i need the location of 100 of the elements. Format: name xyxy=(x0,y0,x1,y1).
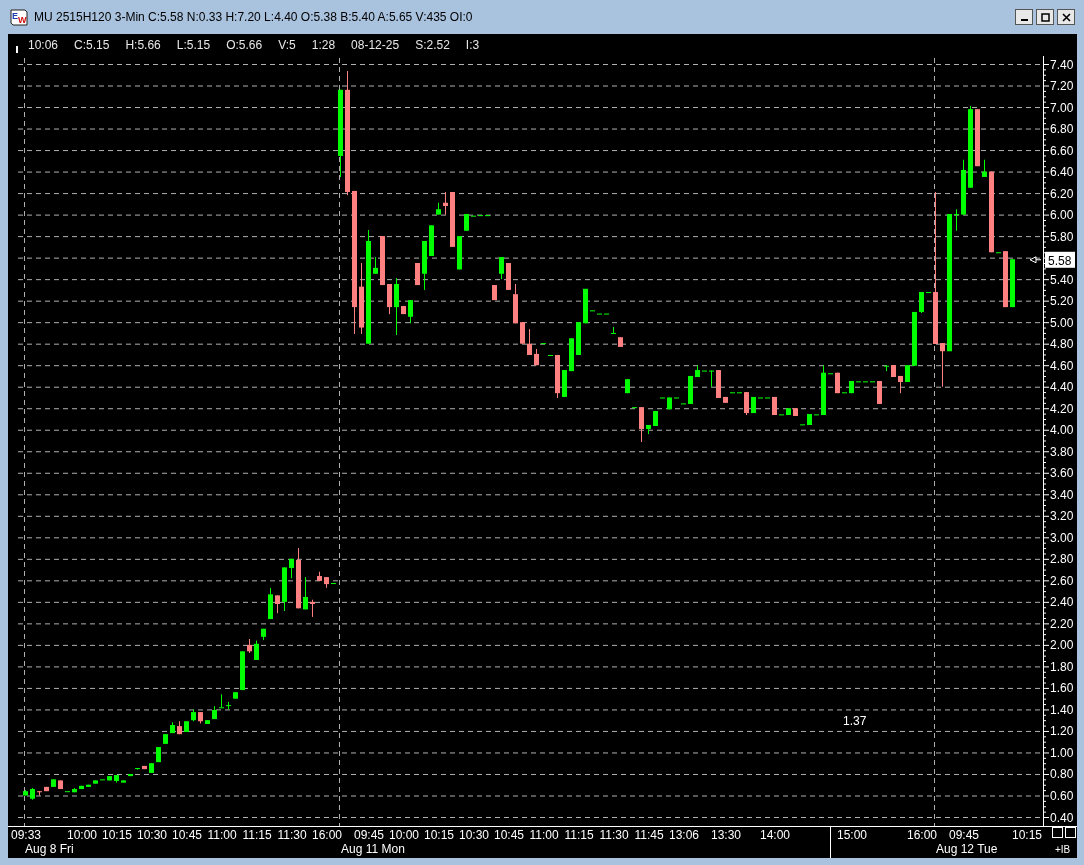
candle xyxy=(198,711,203,724)
candle xyxy=(408,299,413,324)
maximize-icon xyxy=(1040,12,1050,22)
candle xyxy=(772,396,777,416)
quote-field: S:2.52 xyxy=(415,38,450,52)
quote-field: 08-12-25 xyxy=(351,38,400,52)
candle xyxy=(520,321,525,345)
time-axis-label: 10:15 xyxy=(424,828,454,842)
candle xyxy=(807,413,812,426)
candle xyxy=(555,354,560,399)
candle xyxy=(884,365,889,372)
price-axis-label: 2.40 xyxy=(1050,595,1074,610)
price-axis-label: 1.20 xyxy=(1050,724,1074,739)
price-axis-label: 3.60 xyxy=(1050,466,1074,481)
price-axis-label: 0.80 xyxy=(1050,767,1074,782)
price-axis-label: 3.20 xyxy=(1050,509,1074,524)
app-logo-icon: EW xyxy=(10,8,28,26)
candle xyxy=(849,380,854,394)
candle xyxy=(415,262,420,286)
candle xyxy=(331,582,336,585)
time-axis-label: 09:45 xyxy=(354,828,384,842)
candle xyxy=(1003,250,1008,308)
price-axis-label: 5.80 xyxy=(1050,229,1074,244)
candle xyxy=(660,396,665,399)
time-axis-label: 10:30 xyxy=(137,828,167,842)
time-axis-label: 10:15 xyxy=(102,828,132,842)
candle xyxy=(191,708,196,722)
time-axis-label: 09:33 xyxy=(11,828,41,842)
candle xyxy=(450,191,455,248)
candle xyxy=(982,159,987,178)
measure-annotation: 1.37 xyxy=(843,714,867,728)
candle xyxy=(107,775,112,781)
candle xyxy=(800,423,805,426)
price-axis-label: 0.60 xyxy=(1050,789,1074,803)
candle xyxy=(821,364,826,416)
quote-field: I:3 xyxy=(465,38,480,52)
price-axis-label: 5.40 xyxy=(1050,272,1074,287)
price-axis-label: 2.20 xyxy=(1050,616,1074,631)
candle xyxy=(23,789,28,796)
price-axis-label: 2.00 xyxy=(1050,638,1074,653)
candle xyxy=(646,424,651,435)
candle xyxy=(387,283,392,315)
candle xyxy=(170,721,175,734)
time-axis-label: 10:00 xyxy=(67,828,97,842)
time-axis-label: 11:00 xyxy=(529,828,559,842)
candle xyxy=(996,251,1001,254)
candle xyxy=(590,309,595,312)
quote-field: O:5.66 xyxy=(226,38,263,52)
minimize-icon xyxy=(1020,19,1028,21)
candle xyxy=(436,202,441,216)
time-axis-label: 10:30 xyxy=(459,828,489,842)
time-axis-label: 16:00 xyxy=(907,828,937,842)
price-axis-label: 3.80 xyxy=(1050,444,1074,459)
candle xyxy=(114,774,119,784)
candle xyxy=(219,693,224,709)
price-axis-label: 6.80 xyxy=(1050,122,1074,137)
candle xyxy=(639,406,644,443)
candle xyxy=(184,720,189,733)
candle xyxy=(814,413,819,416)
minimize-button[interactable] xyxy=(1015,9,1033,25)
time-axis-label: 11:45 xyxy=(634,828,664,842)
candle xyxy=(499,256,504,280)
candle xyxy=(177,720,182,735)
candle xyxy=(156,746,161,763)
candle xyxy=(856,380,861,383)
price-axis-label: 6.40 xyxy=(1050,165,1074,180)
square-icon[interactable] xyxy=(1052,827,1063,838)
candle xyxy=(877,380,882,405)
candle xyxy=(135,767,140,771)
candle xyxy=(240,650,245,691)
candle xyxy=(380,235,385,286)
candle xyxy=(422,240,427,291)
time-axis-label: 11:15 xyxy=(242,828,272,842)
candle xyxy=(744,391,749,416)
time-axis-label: 10:15 xyxy=(1012,828,1042,842)
time-axis-label: 09:45 xyxy=(949,828,979,842)
quote-field: 1:28 xyxy=(311,38,336,52)
quote-field: 10:06 xyxy=(28,38,59,52)
candle xyxy=(324,576,329,589)
candle xyxy=(940,342,945,388)
square-icon[interactable] xyxy=(1065,827,1076,838)
candle xyxy=(1010,258,1015,308)
candle xyxy=(44,786,49,792)
price-axis-label: 7.40 xyxy=(1050,57,1074,72)
maximize-button[interactable] xyxy=(1036,9,1054,25)
candle xyxy=(226,701,231,710)
candle xyxy=(716,369,721,399)
candle xyxy=(674,396,679,399)
candle xyxy=(835,372,840,394)
candle xyxy=(779,413,784,416)
time-axis-label: 10:45 xyxy=(494,828,524,842)
price-axis-label: 2.80 xyxy=(1050,552,1074,567)
candle xyxy=(443,191,448,216)
candle xyxy=(37,790,42,796)
candle xyxy=(30,787,35,801)
candle xyxy=(576,321,581,356)
candle xyxy=(254,640,259,661)
candle xyxy=(954,208,959,232)
candle xyxy=(653,410,658,427)
close-button[interactable] xyxy=(1057,9,1075,25)
